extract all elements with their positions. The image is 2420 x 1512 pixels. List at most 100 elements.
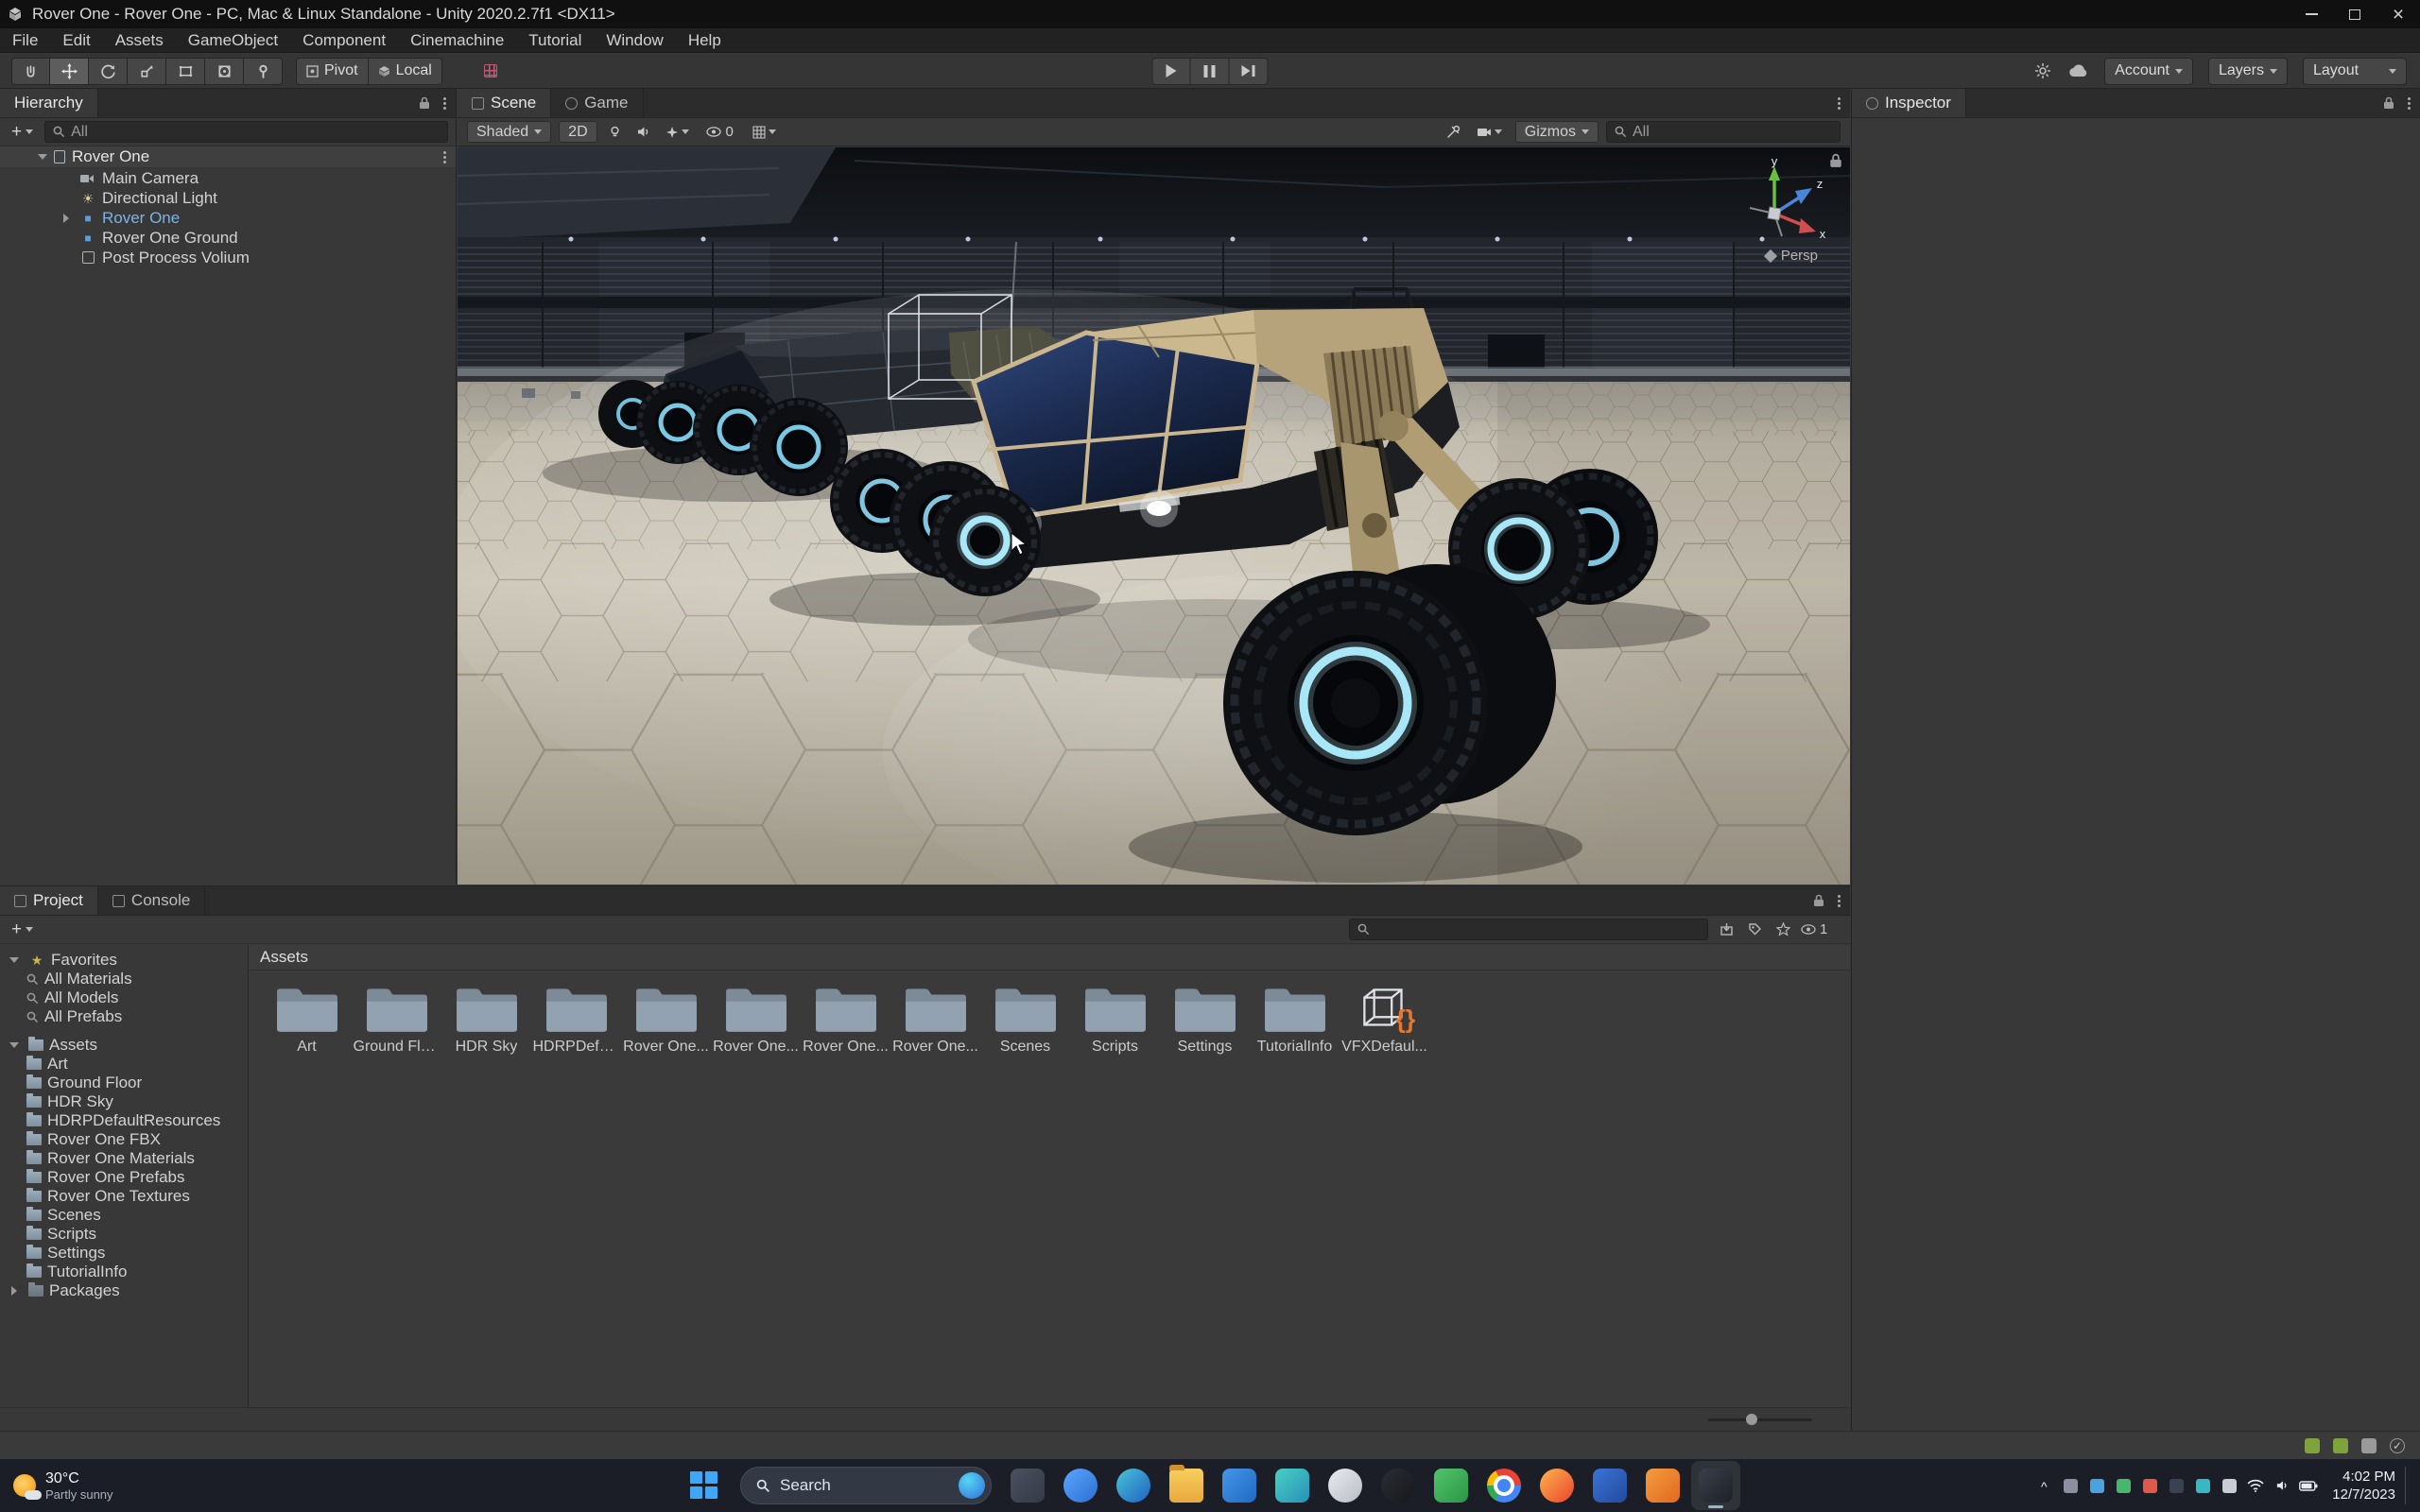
hidden-icons-chevron[interactable]: ^ [2031, 1469, 2056, 1503]
asset-grid-item[interactable]: {} Rover One... [711, 982, 801, 1056]
close-button[interactable]: × [2377, 0, 2420, 28]
minimize-button[interactable] [2290, 0, 2333, 28]
start-button[interactable] [680, 1461, 729, 1510]
scene-visibility-toggle[interactable]: 0 [701, 121, 739, 143]
hierarchy-item[interactable]: Post Process Volium [0, 248, 456, 267]
unity-editor-icon[interactable] [1691, 1461, 1740, 1510]
progress-check-icon[interactable]: ✓ [2390, 1438, 2405, 1453]
viewport-lock-icon[interactable] [1829, 153, 1842, 168]
photos-app-icon[interactable] [1056, 1461, 1105, 1510]
pivot-toggle-button[interactable]: Pivot [296, 58, 369, 85]
menu-item[interactable]: Cinemachine [398, 28, 516, 53]
tab-scene[interactable]: Scene [458, 89, 551, 117]
maximize-button[interactable] [2333, 0, 2377, 28]
menu-item[interactable]: Window [594, 28, 675, 53]
rotate-tool-button[interactable] [89, 58, 128, 85]
transform-tool-button[interactable] [205, 58, 244, 85]
tab-game[interactable]: Game [551, 89, 643, 117]
favorites-star-icon[interactable] [1772, 919, 1793, 940]
favorites-item[interactable]: All Models [0, 988, 248, 1007]
tray-teal-icon[interactable] [2190, 1469, 2215, 1503]
projection-mode-toggle[interactable]: Persp [1766, 248, 1818, 264]
tray-light-icon[interactable] [2217, 1469, 2241, 1503]
orientation-gizmo[interactable]: y x z [1720, 157, 1833, 251]
asset-folder-item[interactable]: Scripts [0, 1225, 248, 1244]
asset-folder-item[interactable]: Scenes [0, 1206, 248, 1225]
hierarchy-item[interactable]: Directional Light [0, 188, 456, 208]
asset-folder-item[interactable]: Rover One Textures [0, 1187, 248, 1206]
asset-folder-item[interactable]: Ground Floor [0, 1074, 248, 1092]
play-button[interactable] [1152, 58, 1191, 85]
asset-grid-item[interactable]: {} Settings [1160, 982, 1250, 1056]
local-toggle-button[interactable]: Local [369, 58, 442, 85]
rect-tool-button[interactable] [166, 58, 205, 85]
asset-grid-item[interactable]: {} Rover One... [621, 982, 711, 1056]
asset-grid-item[interactable]: {} Scenes [980, 982, 1070, 1056]
lock-icon[interactable] [419, 96, 430, 110]
collapse-arrow[interactable] [9, 957, 19, 963]
scene-viewport[interactable]: y x z Persp [458, 147, 1850, 885]
blue-app-icon[interactable] [1585, 1461, 1634, 1510]
scene-tools-icon[interactable] [1443, 121, 1464, 143]
tab-project[interactable]: Project [0, 886, 98, 915]
scene-audio-icon[interactable] [633, 121, 654, 143]
battery-icon[interactable] [2296, 1469, 2321, 1503]
menu-item[interactable]: GameObject [176, 28, 290, 53]
hierarchy-item[interactable]: Rover One Ground [0, 228, 456, 248]
orange-app-icon[interactable] [1638, 1461, 1687, 1510]
tray-green-icon[interactable] [2111, 1469, 2135, 1503]
edge-browser-icon[interactable] [1109, 1461, 1158, 1510]
scene-expand-arrow[interactable] [38, 154, 47, 160]
favorites-item[interactable]: All Materials [0, 970, 248, 988]
tab-hierarchy[interactable]: Hierarchy [0, 89, 98, 117]
project-search-input[interactable] [1349, 919, 1708, 940]
lock-icon[interactable] [1813, 894, 1824, 907]
cloud-collab-icon[interactable] [2068, 60, 2089, 82]
asset-folder-item[interactable]: HDR Sky [0, 1092, 248, 1111]
assets-root[interactable]: Assets [0, 1036, 248, 1055]
menu-item[interactable]: Assets [103, 28, 176, 53]
layout-dropdown[interactable]: Layout [2303, 58, 2407, 85]
scene-camera-dropdown[interactable] [1472, 121, 1508, 143]
lock-icon[interactable] [2383, 96, 2394, 110]
menu-item[interactable]: Tutorial [516, 28, 594, 53]
collab-status-icon[interactable] [2333, 1438, 2348, 1453]
tab-inspector[interactable]: Inspector [1852, 89, 1966, 117]
grid-snapping-icon[interactable] [480, 60, 501, 82]
asset-grid-item[interactable]: {} VFXDefaul... [1340, 982, 1429, 1056]
slider-knob[interactable] [1746, 1414, 1757, 1425]
asset-folder-item[interactable]: TutorialInfo [0, 1263, 248, 1281]
asset-grid-item[interactable]: {} HDRPDefau... [531, 982, 621, 1056]
asset-folder-item[interactable]: Rover One Prefabs [0, 1168, 248, 1187]
panel-menu-icon[interactable] [1838, 900, 1841, 902]
label-tag-icon[interactable] [1744, 919, 1765, 940]
asset-folder-item[interactable]: Rover One FBX [0, 1130, 248, 1149]
pause-button[interactable] [1191, 58, 1230, 85]
step-button[interactable] [1230, 58, 1269, 85]
2d-toggle-button[interactable]: 2D [559, 121, 596, 143]
asset-grid-item[interactable]: {} Art [262, 982, 352, 1056]
pin-app-icon[interactable] [1321, 1461, 1370, 1510]
asset-grid-item[interactable]: {} HDR Sky [441, 982, 531, 1056]
asset-grid-item[interactable]: {} Scripts [1070, 982, 1160, 1056]
asset-folder-item[interactable]: Settings [0, 1244, 248, 1263]
panel-menu-icon[interactable] [443, 102, 446, 105]
progress-spinner-icon[interactable] [2032, 60, 2053, 82]
hierarchy-search-input[interactable]: All [44, 121, 448, 143]
hierarchy-item[interactable]: Main Camera [0, 168, 456, 188]
widgets-icon[interactable] [1003, 1461, 1052, 1510]
scene-effects-dropdown[interactable] [662, 121, 694, 143]
asset-grid-item[interactable]: {} TutorialInfo [1250, 982, 1340, 1056]
asset-folder-item[interactable]: Rover One Materials [0, 1149, 248, 1168]
scene-menu-icon[interactable] [443, 156, 446, 159]
firefox-browser-icon[interactable] [1532, 1461, 1582, 1510]
taskbar-clock[interactable]: 4:02 PM 12/7/2023 [2332, 1468, 2395, 1504]
scene-lighting-icon[interactable] [605, 121, 626, 143]
show-desktop-button[interactable] [2405, 1467, 2411, 1504]
panel-menu-icon[interactable] [1838, 102, 1841, 105]
scene-header-row[interactable]: Rover One [0, 146, 456, 168]
account-dropdown[interactable]: Account [2104, 58, 2193, 85]
menu-item[interactable]: Help [676, 28, 734, 53]
scale-tool-button[interactable] [128, 58, 166, 85]
create-object-button[interactable]: + [8, 122, 37, 143]
